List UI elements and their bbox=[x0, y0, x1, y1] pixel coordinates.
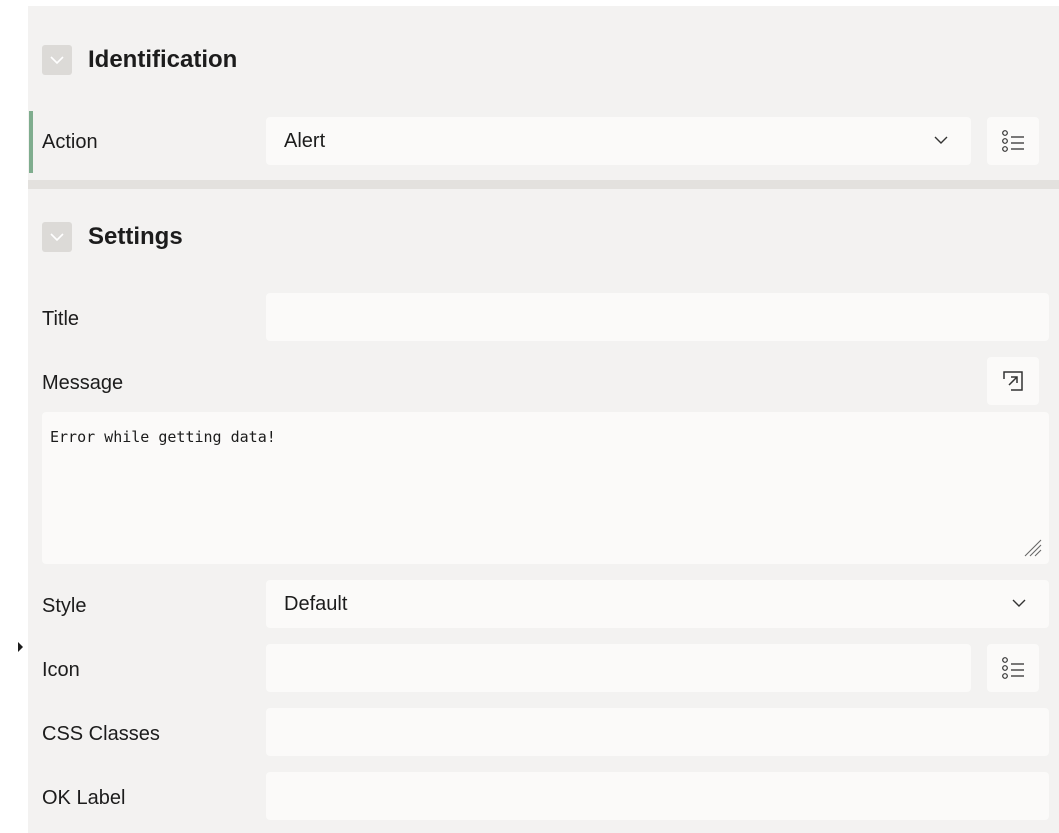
open-in-editor-icon bbox=[1003, 371, 1023, 391]
settings-title: Settings bbox=[88, 223, 183, 250]
css-classes-label: CSS Classes bbox=[42, 723, 160, 745]
action-value: Alert bbox=[284, 129, 326, 152]
action-list-picker-button[interactable] bbox=[987, 117, 1039, 165]
required-field-accent bbox=[29, 111, 33, 173]
style-label: Style bbox=[42, 595, 87, 617]
list-picker-icon bbox=[1002, 657, 1024, 679]
message-textarea[interactable]: Error while getting data! bbox=[42, 412, 1049, 564]
icon-list-picker-button[interactable] bbox=[987, 644, 1039, 692]
action-select[interactable]: Alert bbox=[266, 117, 971, 165]
section-divider bbox=[28, 180, 1059, 189]
ok-label-input[interactable] bbox=[266, 772, 1049, 820]
title-label: Title bbox=[42, 308, 80, 330]
settings-collapse-button[interactable] bbox=[42, 222, 72, 252]
message-expand-button[interactable] bbox=[987, 357, 1039, 405]
cursor-pointer-marker bbox=[18, 642, 23, 652]
chevron-down-icon bbox=[50, 56, 64, 65]
icon-input[interactable] bbox=[266, 644, 971, 692]
chevron-down-icon bbox=[1012, 599, 1026, 607]
action-label: Action bbox=[42, 131, 98, 153]
identification-collapse-button[interactable] bbox=[42, 45, 72, 75]
ok-label-label: OK Label bbox=[42, 787, 126, 809]
icon-label: Icon bbox=[42, 659, 80, 681]
list-picker-icon bbox=[1002, 130, 1024, 152]
message-value: Error while getting data! bbox=[50, 428, 276, 446]
chevron-down-icon bbox=[934, 136, 948, 144]
style-select[interactable]: Default bbox=[266, 580, 1049, 628]
settings-section-header: Settings bbox=[42, 222, 183, 252]
title-input[interactable] bbox=[266, 293, 1049, 341]
resize-grip-icon[interactable] bbox=[1023, 538, 1043, 558]
style-value: Default bbox=[284, 592, 348, 615]
chevron-down-icon bbox=[50, 233, 64, 242]
css-classes-input[interactable] bbox=[266, 708, 1049, 756]
identification-section-header: Identification bbox=[42, 45, 237, 75]
identification-title: Identification bbox=[88, 46, 238, 73]
message-label: Message bbox=[42, 372, 124, 394]
